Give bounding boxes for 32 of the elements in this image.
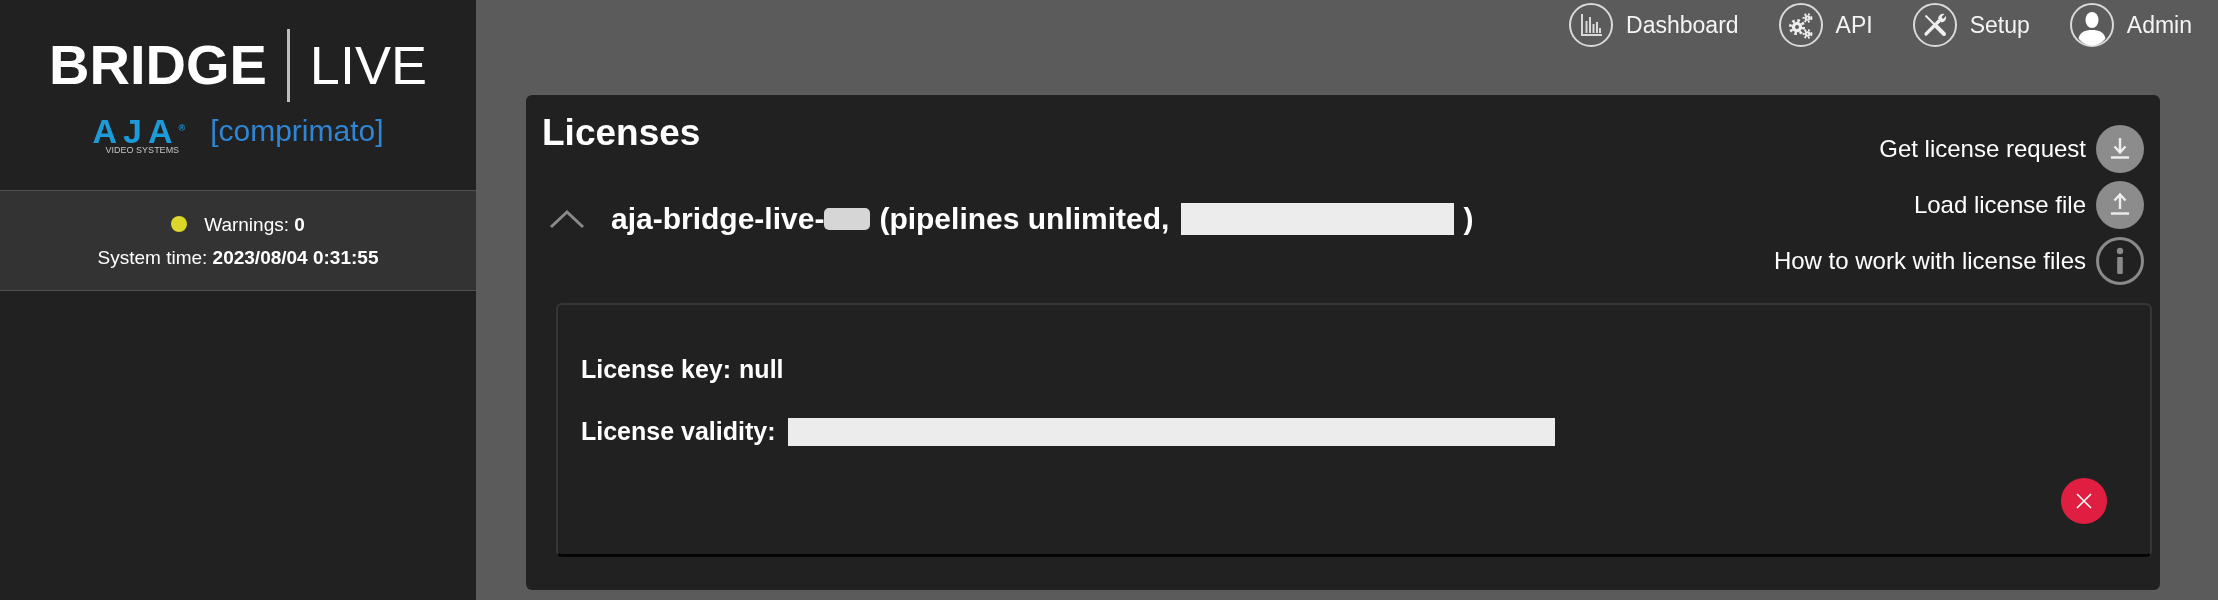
download-icon	[2096, 125, 2144, 173]
blurred-block	[824, 208, 871, 230]
nav-link[interactable]: API	[1778, 3, 1873, 47]
edition-logo-text: LIVE	[309, 38, 427, 92]
action-link[interactable]: Get license request	[1879, 125, 2144, 173]
system-time-text: System time: 2023/08/04 0:31:55	[97, 245, 379, 270]
nav-link[interactable]: Admin	[2069, 3, 2192, 47]
maker-tagline-text: VIDEO SYSTEMS	[105, 145, 180, 156]
gears-icon	[1778, 3, 1823, 47]
user-icon	[2069, 3, 2114, 47]
info-icon	[2096, 237, 2144, 285]
product-logo-text: BRIDGE	[49, 37, 267, 93]
warnings-text: Warnings: 0	[204, 212, 305, 237]
field-value: null	[739, 355, 784, 385]
maker-logo-text: AJA$^{®}$	[92, 114, 186, 146]
tools-icon	[1912, 3, 1957, 47]
field-label: License validity:	[581, 417, 776, 447]
action-link[interactable]: Load license file	[1913, 181, 2144, 229]
licenses-title: Licenses	[542, 111, 701, 155]
partner-logo-text: [comprimato]	[210, 114, 384, 148]
license-heading-text: aja-bridge-live-	[611, 201, 825, 237]
bar-chart-icon	[1569, 3, 1614, 47]
action-link[interactable]: How to work with license files	[1773, 237, 2144, 285]
remove-button[interactable]	[2061, 478, 2107, 524]
cross-icon	[2075, 492, 2093, 511]
nav-link[interactable]: Setup	[1912, 3, 2030, 47]
nav-link[interactable]: Dashboard	[1569, 3, 1739, 47]
license-heading-text: (pipelines unlimited,	[879, 201, 1170, 237]
chevron-up-icon[interactable]	[549, 209, 585, 229]
field-label: License key:	[581, 355, 732, 385]
license-heading-text: )	[1463, 201, 1474, 237]
upload-icon	[2096, 181, 2144, 229]
